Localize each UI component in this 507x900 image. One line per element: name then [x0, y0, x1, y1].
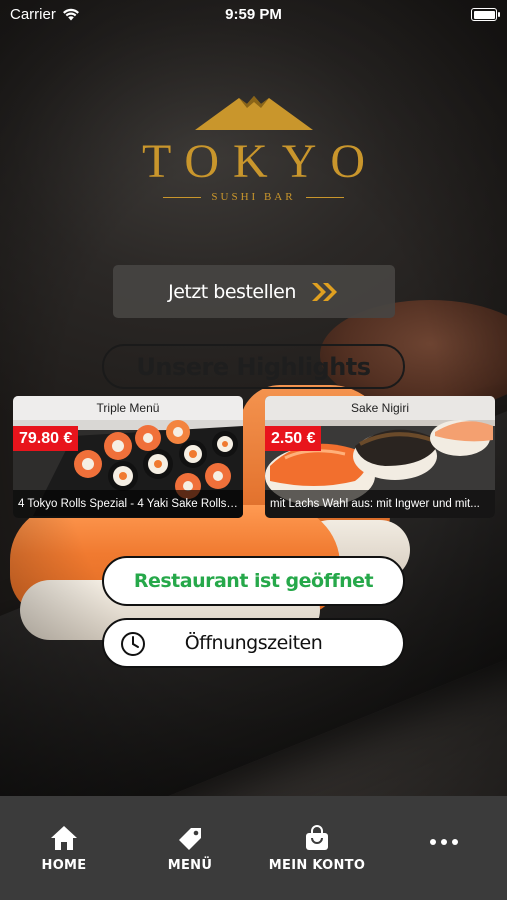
restaurant-open-status[interactable]: Restaurant ist geöffnet: [102, 556, 405, 606]
price-badge: 2.50 €: [265, 426, 322, 451]
tab-more[interactable]: [384, 796, 504, 900]
highlight-card-triple-menu[interactable]: Triple Menü 79.80 € 4 Tokyo Rolls Spezia…: [13, 396, 243, 518]
tab-home[interactable]: HOME: [4, 796, 124, 900]
highlights-title: Unsere Highlights: [102, 344, 405, 389]
card-description: 4 Tokyo Rolls Spezial - 4 Yaki Sake Roll…: [13, 490, 243, 518]
card-description: mit Lachs Wahl aus: mit Ingwer und mit..…: [265, 490, 495, 518]
logo-subtitle: SUSHI BAR: [211, 191, 296, 203]
battery-icon: [471, 8, 500, 21]
tab-bar: HOME MENÜ MEIN KONTO: [0, 796, 507, 900]
shopping-bag-icon: [306, 825, 328, 850]
card-title: Sake Nigiri: [265, 396, 495, 420]
status-bar: Carrier 9:59 PM: [0, 0, 507, 30]
opening-hours-label: Öffnungszeiten: [184, 632, 323, 654]
highlight-card-sake-nigiri[interactable]: Sake Nigiri 2.50 € mit Lachs Wahl aus: m…: [265, 396, 495, 518]
double-chevron-right-icon: [310, 281, 340, 303]
tab-home-label: HOME: [41, 858, 87, 873]
clock-time: 9:59 PM: [225, 6, 282, 23]
order-now-button[interactable]: Jetzt bestellen: [113, 265, 395, 318]
divider-right: [305, 196, 344, 198]
logo-subtitle-row: SUSHI BAR: [0, 191, 507, 203]
tab-my-account-label: MEIN KONTO: [268, 858, 366, 873]
restaurant-logo: TOKYO SUSHI BAR: [0, 90, 507, 203]
mountain-icon: [194, 96, 313, 130]
open-status-label: Restaurant ist geöffnet: [133, 570, 374, 592]
divider-left: [163, 196, 202, 198]
tag-icon: [179, 828, 201, 850]
tab-menu-label: MENÜ: [167, 858, 213, 873]
opening-hours-button[interactable]: Öffnungszeiten: [102, 618, 405, 668]
price-badge: 79.80 €: [13, 426, 79, 451]
logo-name: TOKYO: [141, 135, 380, 188]
more-icon: [430, 839, 458, 845]
tab-my-account[interactable]: MEIN KONTO: [257, 796, 377, 900]
tab-menu[interactable]: MENÜ: [130, 796, 250, 900]
order-now-label: Jetzt bestellen: [168, 280, 296, 303]
home-icon: [51, 826, 77, 850]
clock-icon: [120, 631, 146, 662]
card-title: Triple Menü: [13, 396, 243, 420]
